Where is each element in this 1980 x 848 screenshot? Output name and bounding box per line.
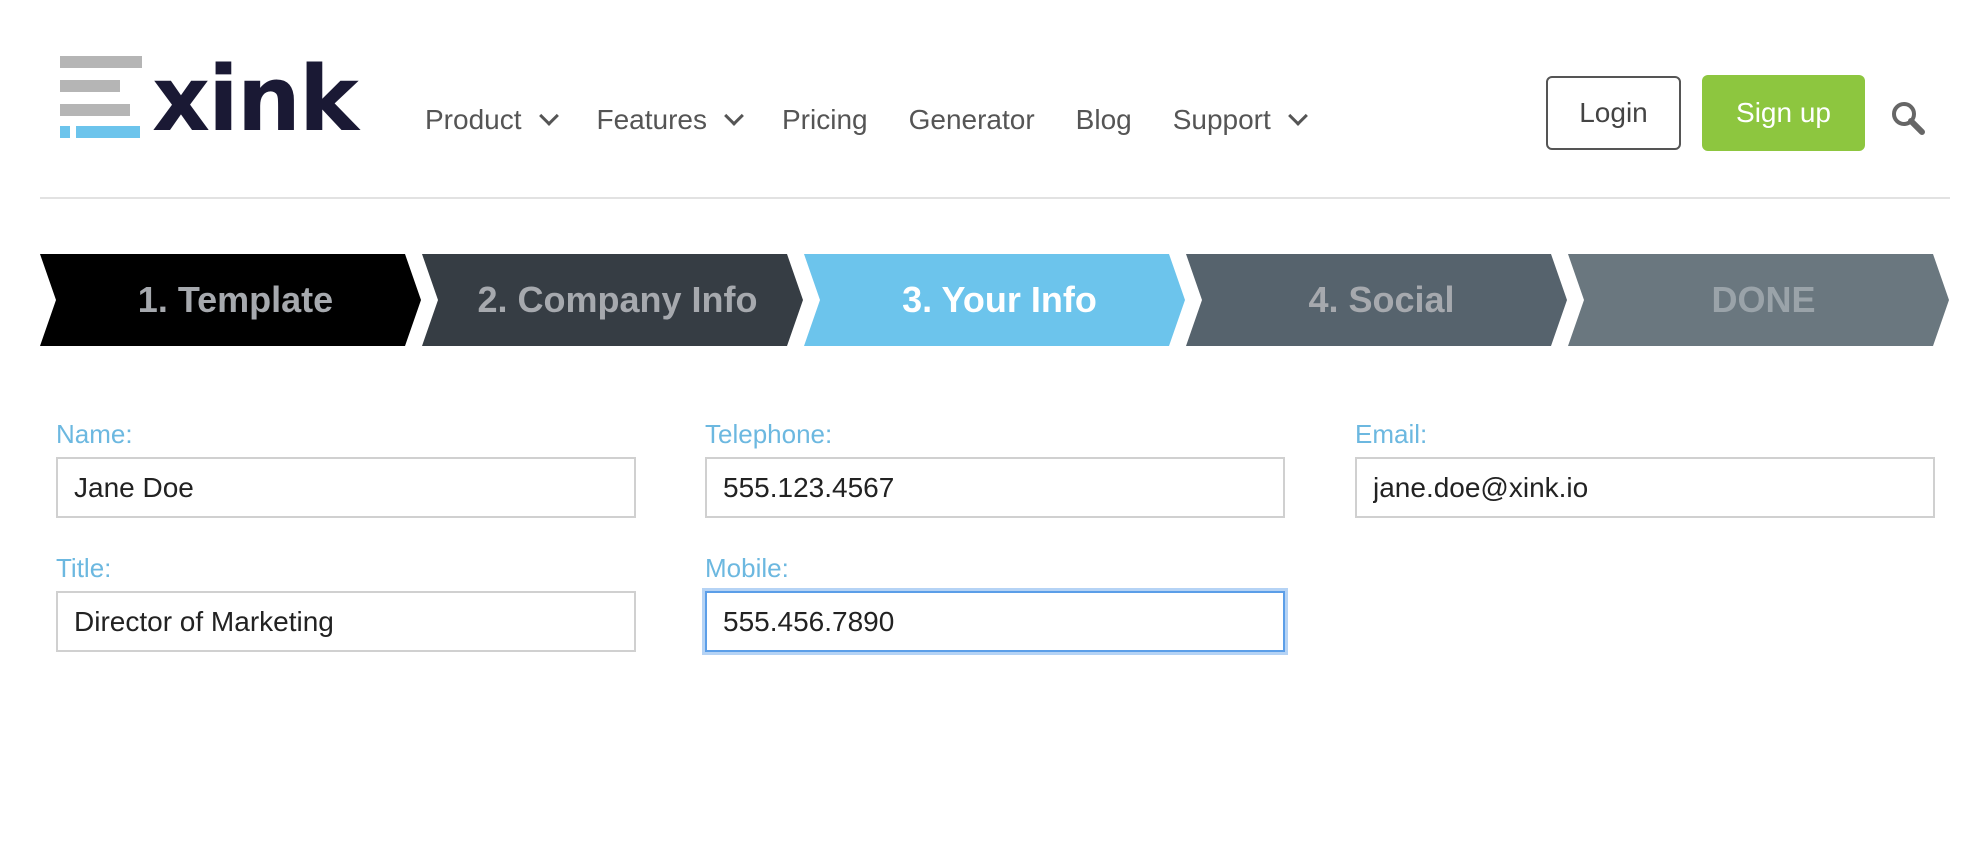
nav-item-label: Support [1172,104,1271,135]
xink-logo[interactable]: xink [60,55,359,145]
email-field-group: Email: [1355,419,1935,518]
nav-item-features[interactable]: Features [596,104,744,136]
nav-item-product[interactable]: Product [425,104,559,136]
search-icon[interactable] [1890,100,1926,136]
step-label: 2. Company Info [477,279,758,320]
title-input[interactable] [56,591,636,652]
mobile-label: Mobile: [705,553,789,583]
logo-mark-icon [60,56,144,140]
signup-button[interactable]: Sign up [1702,75,1865,151]
chevron-down-icon [538,106,559,126]
mobile-field-group: Mobile: [705,553,1285,652]
chevron-down-icon [1287,106,1308,126]
title-label: Title: [56,553,112,583]
nav-item-support[interactable]: Support [1172,104,1308,136]
title-field-group: Title: [56,553,636,652]
nav-item-label: Features [596,104,708,135]
login-button[interactable]: Login [1546,76,1681,150]
step-company-info[interactable]: 2. Company Info [422,254,803,346]
telephone-field-group: Telephone: [705,419,1285,518]
telephone-input[interactable] [705,457,1285,518]
main-nav: Product Features Pricing Generator Blog … [425,104,1346,136]
step-label: 1. Template [137,279,334,320]
step-label: 3. Your Info [902,279,1097,320]
nav-item-generator[interactable]: Generator [909,104,1035,136]
telephone-label: Telephone: [705,419,833,449]
name-label: Name: [56,419,133,449]
header-divider [40,197,1950,199]
step-your-info[interactable]: 3. Your Info [804,254,1185,346]
step-label: DONE [1711,279,1816,320]
nav-item-pricing[interactable]: Pricing [782,104,868,136]
step-done[interactable]: DONE [1568,254,1949,346]
logo-wordmark: xink [152,47,359,152]
email-input[interactable] [1355,457,1935,518]
wizard-steps: 1. Template 2. Company Info 3. Your Info… [40,254,1950,346]
chevron-down-icon [724,106,744,126]
nav-item-label: Product [425,104,522,135]
mobile-input[interactable] [705,591,1285,652]
nav-item-label: Blog [1075,104,1132,135]
nav-item-blog[interactable]: Blog [1076,104,1132,136]
step-label: 4. Social [1308,279,1455,320]
name-field-group: Name: [56,419,636,518]
nav-item-label: Generator [908,104,1035,135]
step-template[interactable]: 1. Template [40,254,421,346]
nav-item-label: Pricing [782,104,868,135]
name-input[interactable] [56,457,636,518]
email-label: Email: [1355,419,1428,449]
step-social[interactable]: 4. Social [1186,254,1567,346]
